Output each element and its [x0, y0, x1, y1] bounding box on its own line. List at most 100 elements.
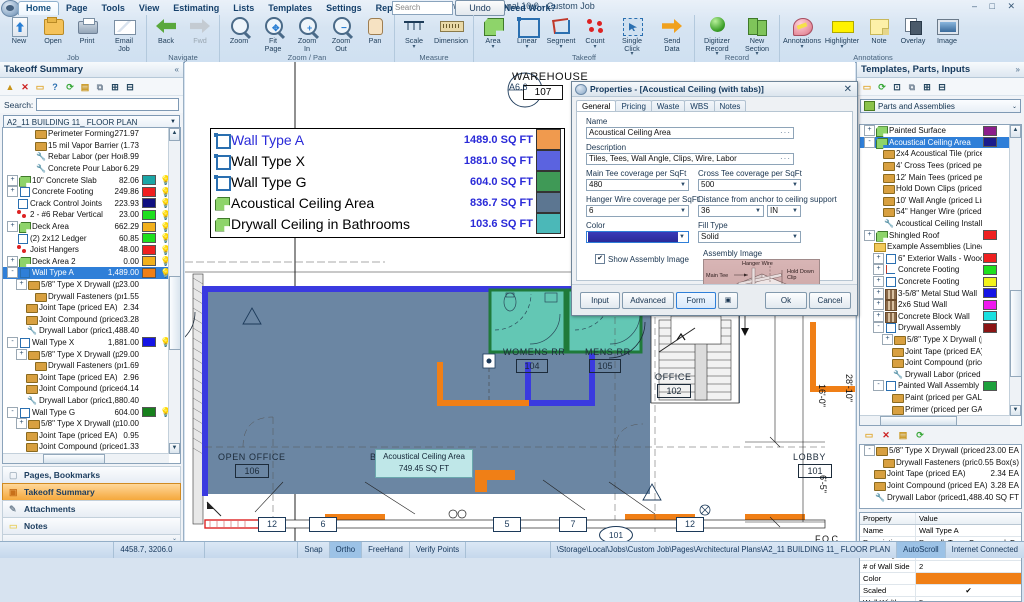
ribbon-button-new-section[interactable]: NewSection▾ — [737, 16, 777, 57]
parts-list[interactable]: -5/8" Type X Drywall (priced EA)23.00 EA… — [860, 445, 1021, 503]
tree-row[interactable]: +6" Exterior Walls - Wood Studs - Insula… — [860, 253, 1010, 265]
expand-icon[interactable]: + — [16, 418, 27, 429]
chevron-down-icon[interactable]: ▼ — [680, 205, 686, 217]
tree-row[interactable]: Perimeter Forming Material …271.97 — [3, 128, 169, 140]
parts-tree-hscrollbar[interactable] — [860, 415, 1010, 425]
chevron-down-icon[interactable]: ▼ — [792, 205, 798, 217]
ribbon-button-single-click[interactable]: SingleClick▾ — [612, 16, 652, 57]
ribbon-button-dimension[interactable]: Dimension — [431, 16, 471, 45]
fill-type-field[interactable]: Solid ▼ — [698, 231, 801, 243]
delete-icon[interactable]: ✕ — [19, 81, 31, 93]
menu-tab-settings[interactable]: Settings — [319, 2, 369, 15]
scroll-up-icon[interactable]: ▲ — [169, 128, 180, 141]
grid-cell-value[interactable]: 2 — [916, 561, 1021, 572]
ortho-toggle[interactable]: Ortho — [330, 542, 363, 558]
chevron-down-icon[interactable]: ▾ — [593, 45, 596, 50]
report-icon[interactable]: ▤ — [79, 81, 91, 93]
grid-cell-color-swatch[interactable] — [916, 573, 1021, 584]
expand-icon[interactable]: + — [7, 221, 18, 232]
ribbon-button-linear[interactable]: Linear▾ — [510, 16, 544, 50]
ribbon-button-zoom-out[interactable]: −ZoomOut — [324, 16, 358, 52]
vscroll-thumb[interactable] — [169, 276, 181, 350]
tree-row[interactable]: +5/8" Type X Drywall (priced EA)23.00 — [3, 279, 169, 291]
collapse-icon[interactable]: - — [7, 267, 18, 278]
tree-row[interactable]: -Acoustical Ceiling Area — [860, 137, 1010, 149]
tree-row[interactable]: Drywall Fasteners (priced per Box)0.55 B… — [860, 457, 1021, 469]
select-icon[interactable]: ⊡ — [891, 81, 903, 93]
expand-icon[interactable]: + — [7, 175, 18, 186]
ellipsis-icon[interactable]: ··· — [780, 127, 791, 139]
hscroll-thumb[interactable] — [43, 454, 105, 464]
collapse-all-icon[interactable]: ⊟ — [936, 81, 948, 93]
tree-row[interactable]: +Deck Area 20.00💡 — [3, 256, 169, 268]
tree-row[interactable]: Joist Hangers48.00💡 — [3, 244, 169, 256]
tree-row[interactable]: 2 - #6 Rebar Vertical23.00💡 — [3, 209, 169, 221]
tree-row[interactable]: Joint Compound (priced EA)1.33 — [3, 441, 169, 453]
tree-row[interactable]: 🔧Drywall Labor (priced per …1,488.40 — [3, 325, 169, 337]
chevron-down-icon[interactable]: ▼ — [792, 231, 798, 243]
ribbon-button-open[interactable]: Open — [36, 16, 70, 45]
freehand-toggle[interactable]: FreeHand — [362, 542, 410, 558]
hanger-wire-field[interactable]: 6 ▼ — [586, 205, 689, 217]
tree-row[interactable]: Joint Tape (priced EA)2.96 — [3, 371, 169, 383]
report-icon[interactable]: ▤ — [897, 429, 909, 441]
description-field[interactable]: Tiles, Tees, Wall Angle, Clips, Wire, La… — [586, 153, 794, 165]
tree-row[interactable]: 12' Main Tees (priced per Box) — [860, 171, 1010, 183]
name-field[interactable]: Acoustical Ceiling Area ··· — [586, 127, 794, 139]
expand-icon[interactable]: + — [7, 256, 18, 267]
tree-row[interactable]: -5/8" Type X Drywall (priced EA)23.00 EA — [860, 445, 1021, 457]
cross-tee-field[interactable]: 500 ▼ — [698, 179, 801, 191]
tree-row[interactable]: 🔧Drywall Labor (priced per …1,880.40 — [3, 395, 169, 407]
left-panel-button-notes[interactable]: ▭Notes — [2, 517, 181, 534]
undo-button[interactable]: Undo — [455, 0, 505, 16]
expand-all-icon[interactable]: ⊞ — [109, 81, 121, 93]
tree-row[interactable]: 🔧Drywall Labor (priced per SQ FT) — [860, 368, 1010, 380]
export-icon[interactable]: ▲ — [4, 81, 16, 93]
expand-icon[interactable]: + — [864, 230, 875, 241]
tree-row[interactable]: 4' Cross Tees (priced per Box) — [860, 160, 1010, 172]
tree-row[interactable]: +Painted Surface — [860, 125, 1010, 137]
collapse-icon[interactable]: - — [864, 137, 875, 148]
expand-icon[interactable]: + — [864, 125, 875, 136]
menu-tab-home[interactable]: Home — [18, 1, 59, 15]
expand-icon[interactable]: + — [16, 349, 27, 360]
ribbon-button-email-job[interactable]: EmailJob — [104, 16, 144, 52]
tree-row[interactable]: -Wall Type A1,489.00💡 — [3, 267, 169, 279]
ok-button[interactable]: Ok — [765, 292, 807, 309]
property-grid-row[interactable]: NameWall Type A — [860, 525, 1021, 537]
expand-icon[interactable]: + — [873, 288, 884, 299]
tree-row[interactable]: 🔧Drywall Labor (priced per SQ FT)1,488.4… — [860, 491, 1021, 503]
expand-all-icon[interactable]: ⊞ — [921, 81, 933, 93]
chevron-right-icon[interactable]: » — [1016, 65, 1020, 74]
property-grid-row[interactable]: Scaled✔ — [860, 585, 1021, 597]
expand-icon[interactable]: + — [873, 276, 884, 287]
color-field[interactable]: ▼ — [586, 231, 689, 243]
collapse-icon[interactable]: - — [873, 380, 884, 391]
tree-row[interactable]: +3-5/8" Metal Stud Wall — [860, 287, 1010, 299]
chevron-left-icon[interactable]: « — [175, 65, 179, 74]
left-panel-button-takeoff-summary[interactable]: ▣Takeoff Summary — [2, 483, 181, 500]
help-icon[interactable]: ? — [49, 81, 61, 93]
tree-row[interactable]: +Concrete Footing — [860, 276, 1010, 288]
takeoff-tree[interactable]: Perimeter Forming Material …271.9715 mil… — [3, 128, 169, 454]
expand-icon[interactable]: + — [7, 186, 18, 197]
main-tee-field[interactable]: 480 ▼ — [586, 179, 689, 191]
tree-row[interactable]: Crack Control Joints223.93💡 — [3, 198, 169, 210]
ribbon-button-overlay[interactable]: Overlay — [896, 16, 930, 45]
tree-row[interactable]: 🔧Concrete Pour Labor (per Hour)6.29 — [3, 163, 169, 175]
chevron-down-icon[interactable]: ▾ — [525, 45, 528, 50]
takeoff-tree-vscrollbar[interactable]: ▲ ▼ — [168, 128, 180, 454]
ribbon-button-annotations[interactable]: Annotations▾ — [782, 16, 822, 50]
tree-row[interactable]: Joint Tape (priced EA)2.34 — [3, 302, 169, 314]
chevron-down-icon[interactable]: ▾ — [559, 45, 562, 50]
chevron-down-icon[interactable]: ▼ — [680, 179, 686, 191]
scroll-down-icon[interactable]: ▼ — [1010, 405, 1021, 416]
collapse-icon[interactable]: - — [7, 407, 18, 418]
property-grid-row[interactable]: # of Wall Side2 — [860, 561, 1021, 573]
left-panel-button-pages-bookmarks[interactable]: ▢Pages, Bookmarks — [2, 466, 181, 483]
tree-row[interactable]: -Wall Type G604.00💡 — [3, 406, 169, 418]
tree-row[interactable]: +Shingled Roof — [860, 229, 1010, 241]
tree-row[interactable]: -Drywall Assembly — [860, 322, 1010, 334]
menu-tab-page[interactable]: Page — [59, 2, 95, 15]
menu-tab-need-work[interactable]: Need Work? — [497, 2, 563, 15]
